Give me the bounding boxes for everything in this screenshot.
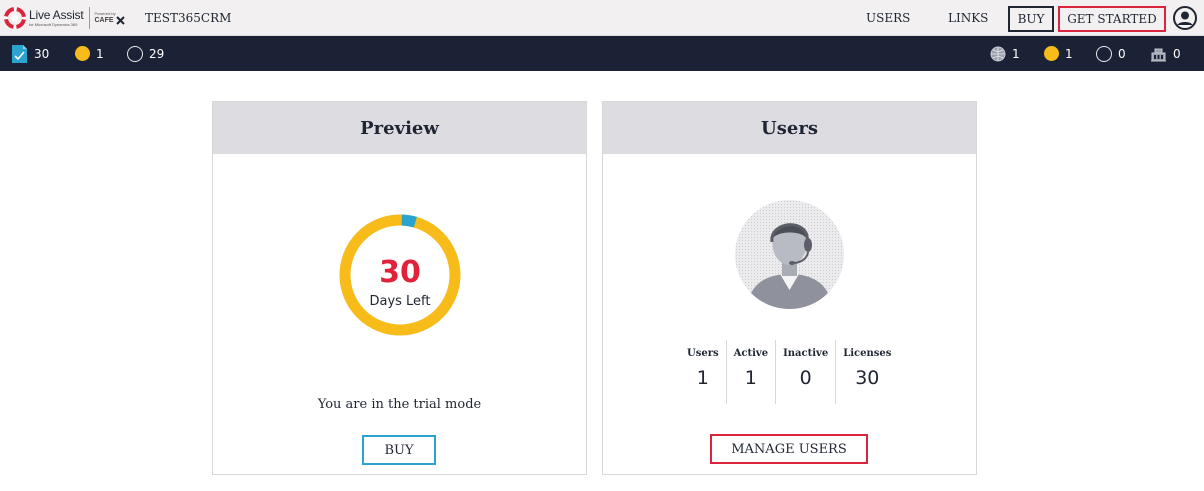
status-bar: 30 1 29 1 1 0 0 — [0, 36, 1204, 71]
stat-users: Users 1 — [680, 340, 726, 404]
yellow-status-count: 1 — [75, 36, 104, 71]
license-document-icon — [12, 44, 27, 63]
agents-count: 1 — [990, 36, 1020, 71]
queue-count: 0 — [1150, 36, 1181, 71]
org-name: TEST365CRM — [145, 11, 232, 25]
stat-licenses: Licenses 30 — [835, 340, 898, 404]
days-left-number: 30 — [379, 255, 421, 290]
live-assist-logo[interactable]: Live Assist for Microsoft Dynamics 365 P… — [4, 5, 125, 31]
yellow-dot-icon — [1044, 46, 1059, 61]
stat-inactive: Inactive 0 — [775, 340, 835, 404]
users-card: Users Users 1 Active 1 Inactive 0 Licens… — [602, 101, 977, 475]
right-empty-value: 0 — [1118, 46, 1126, 61]
stat-value: 0 — [799, 367, 812, 389]
nav-users-link[interactable]: USERS — [866, 11, 910, 25]
license-count-value: 30 — [34, 46, 50, 61]
yellow-dot-icon — [75, 46, 90, 61]
manage-users-button[interactable]: MANAGE USERS — [710, 434, 868, 464]
right-yellow-value: 1 — [1065, 46, 1073, 61]
building-icon — [1151, 48, 1166, 61]
empty-circle-icon — [1096, 45, 1112, 62]
users-card-title: Users — [603, 102, 976, 154]
stat-value: 1 — [696, 367, 709, 389]
right-empty-count: 0 — [1096, 36, 1126, 71]
top-bar: Live Assist for Microsoft Dynamics 365 P… — [0, 0, 1204, 36]
trial-mode-message: You are in the trial mode — [317, 397, 482, 412]
agents-globe-icon — [990, 46, 1006, 61]
empty-status-count: 29 — [127, 36, 164, 71]
logo-tagline: for Microsoft Dynamics 365 — [29, 22, 78, 27]
stat-label: Users — [687, 348, 719, 359]
stat-active: Active 1 — [725, 340, 775, 404]
stat-label: Inactive — [783, 348, 829, 359]
empty-circle-icon — [127, 45, 143, 62]
queue-value: 0 — [1173, 46, 1181, 61]
user-account-icon[interactable] — [1173, 6, 1197, 30]
stat-label: Licenses — [843, 348, 892, 359]
buy-button[interactable]: BUY — [362, 435, 436, 465]
preview-card-title: Preview — [213, 102, 586, 154]
empty-status-value: 29 — [149, 46, 165, 61]
logo-divider — [88, 7, 90, 29]
license-count: 30 — [11, 36, 49, 71]
get-started-button[interactable]: GET STARTED — [1058, 6, 1166, 32]
days-left-label: Days Left — [369, 294, 431, 309]
nav-links-link[interactable]: LINKS — [948, 11, 988, 25]
user-stats-row: Users 1 Active 1 Inactive 0 Licenses 30 — [680, 340, 898, 404]
stat-value: 30 — [855, 367, 880, 389]
agents-value: 1 — [1012, 46, 1020, 61]
logo-name: Live Assist — [29, 8, 84, 22]
agent-avatar-icon — [735, 200, 844, 309]
right-yellow-count: 1 — [1044, 36, 1073, 71]
lifebuoy-icon — [4, 7, 26, 29]
stat-label: Active — [733, 348, 769, 359]
stat-value: 1 — [744, 367, 757, 389]
cafe-brand: CAFE — [94, 16, 114, 24]
yellow-status-value: 1 — [96, 46, 104, 61]
preview-card: Preview 30 Days Left You are in the tria… — [212, 101, 587, 475]
buy-button-top[interactable]: BUY — [1008, 6, 1054, 32]
cafe-x-icon — [115, 15, 125, 25]
